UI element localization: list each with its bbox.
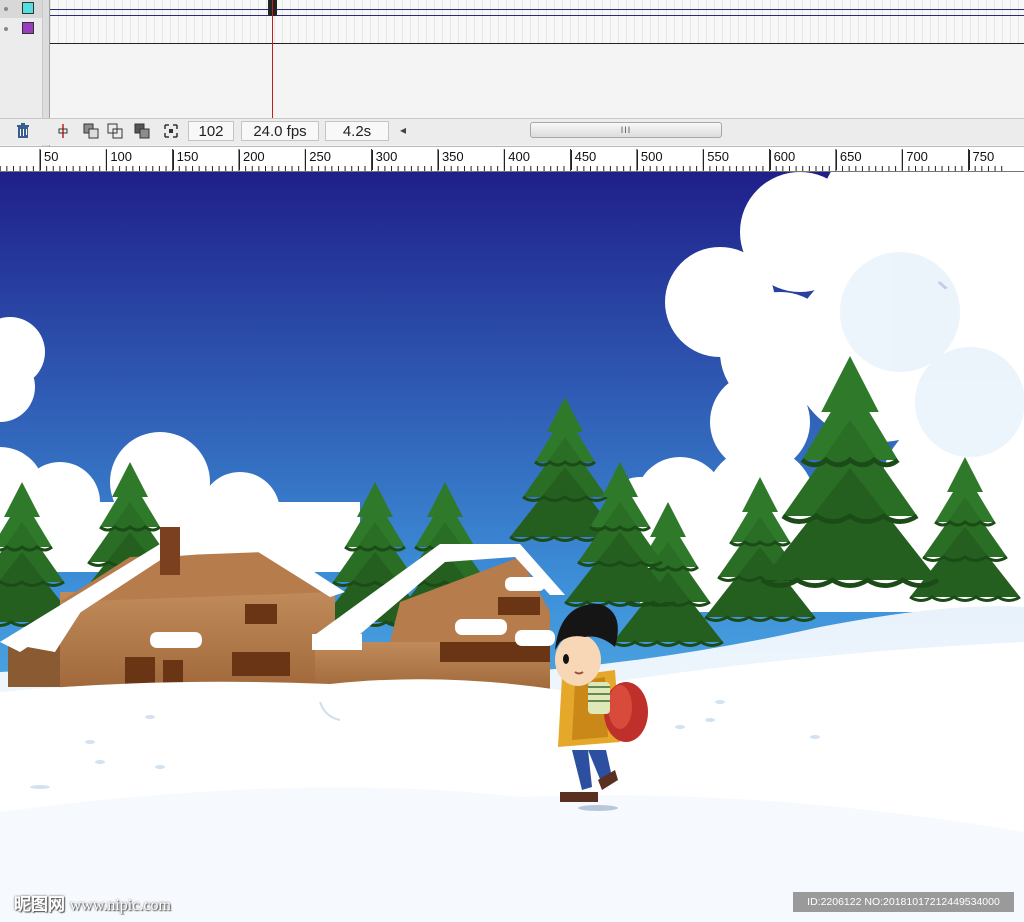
trash-icon[interactable] xyxy=(15,123,31,139)
ruler-label: 150 xyxy=(172,150,198,170)
modify-onion-markers-icon[interactable] xyxy=(163,123,179,139)
winter-village-artwork xyxy=(0,172,1024,922)
onion-skin-outlines-icon[interactable] xyxy=(107,123,123,139)
ruler-label: 750 xyxy=(968,150,994,170)
ruler-label: 700 xyxy=(902,150,928,170)
ruler-label: 250 xyxy=(305,150,331,170)
ruler-label: 200 xyxy=(238,150,265,170)
scrollbar-grip: III xyxy=(620,125,632,135)
stage-canvas[interactable]: 昵图网 www.nipic.com ID:2206122 NO:20181017… xyxy=(0,172,1024,922)
elapsed-time-field: 4.2s xyxy=(325,121,389,141)
watermark-id-banner: ID:2206122 NO:20181017212449534000 xyxy=(793,892,1014,912)
current-frame-field[interactable]: 102 xyxy=(188,121,234,141)
watermark-logo: 昵图网 www.nipic.com xyxy=(14,890,171,915)
ruler-label: 500 xyxy=(636,150,663,170)
frame-grid[interactable] xyxy=(50,0,1024,44)
ruler-label: 50 xyxy=(40,150,58,170)
ruler-label: 650 xyxy=(835,150,862,170)
layer-visibility-icon[interactable] xyxy=(4,27,8,31)
scroll-left-arrow-icon[interactable]: ◂ xyxy=(400,123,406,137)
layer-list xyxy=(0,0,42,118)
ruler-label: 550 xyxy=(703,150,729,170)
ruler-label: 300 xyxy=(371,150,397,170)
horizontal-scrollbar-thumb[interactable]: III xyxy=(530,122,722,138)
timeline-panel: 102 24.0 fps 4.2s ◂ III xyxy=(0,0,1024,146)
edit-multiple-frames-icon[interactable] xyxy=(134,123,150,139)
ruler-label: 600 xyxy=(769,150,795,170)
frame-rate-field[interactable]: 24.0 fps xyxy=(241,121,319,141)
watermark-cn-text: 昵图网 xyxy=(14,895,65,914)
ruler-label: 450 xyxy=(570,150,596,170)
ruler-label: 100 xyxy=(106,150,132,170)
layer-frame-span xyxy=(50,15,1024,16)
horizontal-ruler[interactable]: 50 100 150 200 250 300 350 400 450 500 550 600 650 70… xyxy=(0,146,1024,172)
ruler-label: 350 xyxy=(437,150,464,170)
ruler-label: 400 xyxy=(504,150,530,170)
watermark-site-text: www.nipic.com xyxy=(69,897,171,914)
onion-skin-icon[interactable] xyxy=(83,123,99,139)
timeline-toolbar: 102 24.0 fps 4.2s ◂ III xyxy=(0,118,1024,145)
layer-outline-color[interactable] xyxy=(22,22,34,34)
playhead-line xyxy=(272,0,273,118)
center-frame-icon[interactable] xyxy=(55,123,71,139)
layer-visibility-icon[interactable] xyxy=(4,7,8,11)
layer-frame-span xyxy=(50,9,1024,10)
layer-row[interactable] xyxy=(0,20,42,38)
layer-outline-color[interactable] xyxy=(22,2,34,14)
layer-row[interactable] xyxy=(0,0,42,18)
